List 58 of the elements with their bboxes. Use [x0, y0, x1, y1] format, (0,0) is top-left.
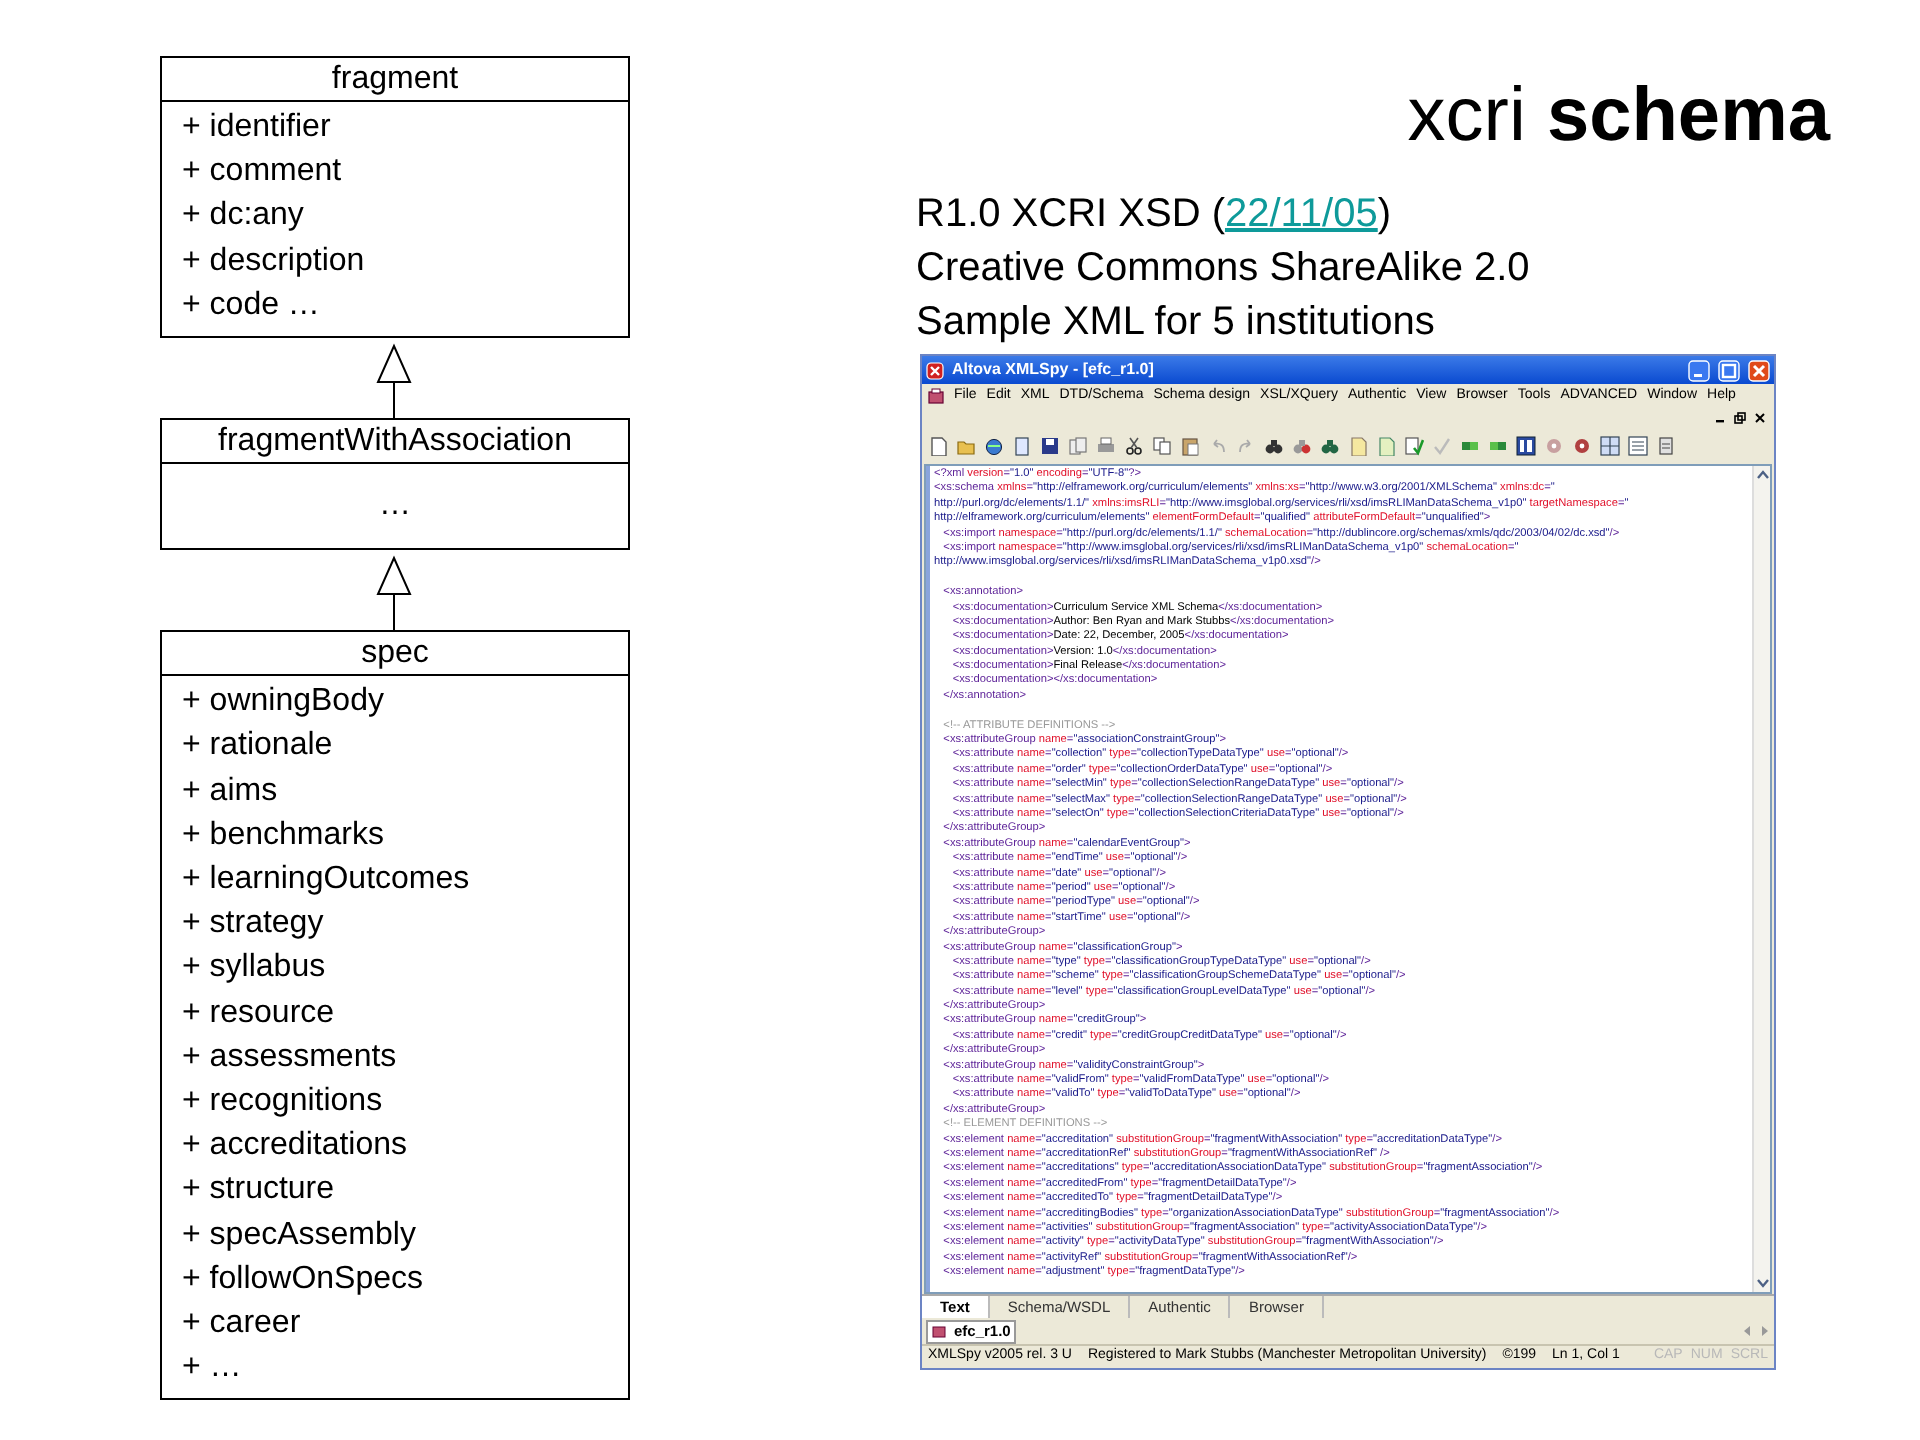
info-text: Sample XML for 5 institutions	[916, 298, 1437, 348]
check-icon[interactable]	[1432, 436, 1452, 456]
scissors-icon[interactable]	[1124, 436, 1144, 456]
class-name: fragmentWithAssociation	[162, 420, 628, 465]
paste-icon[interactable]	[1180, 436, 1200, 456]
binoculars-icon[interactable]	[1264, 436, 1284, 456]
scroll-down-icon[interactable]	[1754, 1274, 1772, 1292]
documents-icon[interactable]	[1068, 436, 1088, 456]
app-logo-icon	[926, 361, 944, 379]
class-name: spec	[162, 632, 628, 677]
panel-icon[interactable]	[1516, 436, 1536, 456]
scroll-up-icon[interactable]	[1754, 466, 1772, 484]
right-arrow-icon[interactable]	[1760, 1324, 1770, 1338]
class-name: fragment	[162, 58, 628, 102]
slide-title: xcri schema	[1405, 72, 1830, 160]
print-icon[interactable]	[1096, 436, 1116, 456]
class-attribute: + structure	[182, 1170, 337, 1211]
window-title: Altova XMLSpy - [efc_r1.0]	[952, 358, 1154, 382]
class-attribute: + recognitions	[182, 1082, 385, 1123]
class-attribute: + aims	[182, 771, 280, 812]
class-attribute: + comment	[182, 152, 344, 193]
class-attribute: + description	[182, 241, 367, 282]
new-document-icon[interactable]	[928, 436, 948, 456]
class-attribute: + identifier	[182, 108, 333, 148]
copy-icon[interactable]	[1152, 436, 1172, 456]
grid-icon[interactable]	[1600, 436, 1620, 456]
class-attribute: + rationale	[182, 726, 335, 767]
class-attribute: + dc:any	[182, 196, 306, 237]
class-attribute: + specAssembly	[182, 1215, 418, 1256]
class-attribute: + code …	[182, 285, 322, 326]
vertical-scrollbar[interactable]	[1752, 466, 1770, 1292]
check-document-icon[interactable]	[1404, 436, 1424, 456]
class-attribute: + strategy	[182, 904, 326, 945]
info-text: Creative Commons ShareAlike 2.0	[916, 244, 1532, 294]
class-attribute: + accreditations	[182, 1126, 410, 1167]
document-menu-icon[interactable]	[928, 388, 944, 404]
binoculars-icon[interactable]	[1320, 436, 1340, 456]
grid-icon[interactable]	[1628, 436, 1648, 456]
class-attribute: + syllabus	[182, 948, 328, 989]
close-icon[interactable]	[1754, 412, 1766, 424]
class-attribute: + assessments	[182, 1037, 399, 1078]
left-arrow-icon[interactable]	[1742, 1324, 1752, 1338]
document-icon[interactable]	[1656, 436, 1676, 456]
class-attribute: + resource	[182, 993, 337, 1034]
open-folder-icon[interactable]	[956, 436, 976, 456]
class-attribute: …	[377, 486, 413, 527]
restore-icon[interactable]	[1734, 412, 1746, 424]
class-attribute: + learningOutcomes	[182, 860, 472, 901]
document-icon[interactable]	[1012, 436, 1032, 456]
class-attribute: + …	[182, 1348, 244, 1389]
class-attribute: + owningBody	[182, 682, 386, 723]
info-text: R1.0 XCRI XSD (22/11/05)	[916, 190, 1394, 240]
class-attribute: + career	[182, 1304, 303, 1345]
class-attribute: + followOnSpecs	[182, 1259, 426, 1300]
maximize-icon[interactable]	[1718, 359, 1740, 381]
document-icon	[932, 1324, 946, 1338]
save-icon[interactable]	[1040, 436, 1060, 456]
class-attribute: + benchmarks	[182, 815, 386, 856]
